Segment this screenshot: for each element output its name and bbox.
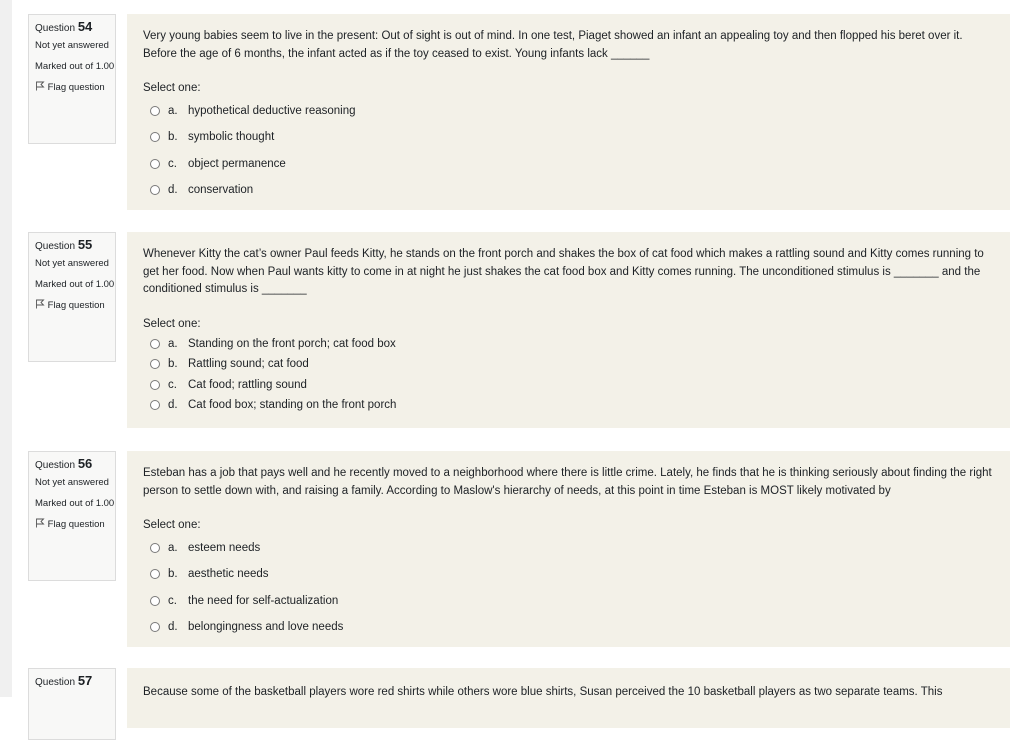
answer-option[interactable]: c. Cat food; rattling sound bbox=[143, 375, 994, 396]
question-content: Because some of the basketball players w… bbox=[127, 668, 1010, 728]
flag-icon bbox=[36, 299, 45, 309]
flag-question-button[interactable]: Flag question bbox=[35, 81, 115, 95]
answer-options: a. Standing on the front porch; cat food … bbox=[143, 334, 994, 416]
select-one-prompt: Select one: bbox=[143, 317, 201, 330]
question-text: Esteban has a job that pays well and he … bbox=[143, 467, 992, 497]
question-number: Question 56 bbox=[35, 456, 93, 472]
answer-option[interactable]: d. Cat food box; standing on the front po… bbox=[143, 395, 994, 416]
question-content: Whenever Kitty the cat’s owner Paul feed… bbox=[127, 232, 1010, 428]
question-content: Very young babies seem to live in the pr… bbox=[127, 14, 1010, 210]
radio-button[interactable] bbox=[150, 158, 160, 169]
radio-button[interactable] bbox=[150, 338, 160, 349]
question-info: Question 55 Not yet answered Marked out … bbox=[28, 232, 116, 362]
radio-button[interactable] bbox=[150, 622, 160, 633]
question-state: Not yet answered bbox=[35, 258, 109, 269]
flag-icon bbox=[36, 518, 45, 528]
answer-options: a. hypothetical deductive reasoning b. sym… bbox=[143, 98, 994, 203]
answer-option[interactable]: c. the need for self-actualization bbox=[143, 588, 994, 614]
question-info: Question 57 bbox=[28, 668, 116, 740]
radio-button[interactable] bbox=[150, 379, 160, 390]
select-one-prompt: Select one: bbox=[143, 82, 201, 94]
question-grade: Marked out of 1.00 bbox=[35, 279, 115, 290]
answer-option[interactable]: a. esteem needs bbox=[143, 535, 994, 561]
answer-option[interactable]: b. Rattling sound; cat food bbox=[143, 354, 994, 375]
answer-option[interactable]: b. symbolic thought bbox=[143, 124, 994, 150]
question-text: Whenever Kitty the cat’s owner Paul feed… bbox=[143, 248, 984, 295]
radio-button[interactable] bbox=[150, 400, 160, 411]
answer-option[interactable]: a. Standing on the front porch; cat food … bbox=[143, 334, 994, 355]
radio-button[interactable] bbox=[150, 569, 160, 580]
answer-option[interactable]: d. belongingness and love needs bbox=[143, 614, 994, 640]
flag-question-button[interactable]: Flag question bbox=[35, 299, 115, 313]
question-info: Question 56 Not yet answered Marked out … bbox=[28, 451, 116, 581]
radio-button[interactable] bbox=[150, 595, 160, 606]
radio-button[interactable] bbox=[150, 106, 160, 117]
flag-icon bbox=[36, 81, 45, 91]
question-number: Question 57 bbox=[35, 673, 93, 689]
answer-option[interactable]: d. conservation bbox=[143, 177, 994, 203]
question-state: Not yet answered bbox=[35, 477, 109, 488]
question-text: Because some of the basketball players w… bbox=[143, 686, 943, 698]
select-one-prompt: Select one: bbox=[143, 519, 201, 531]
answer-options: a. esteem needs b. aesthetic needs c. the n… bbox=[143, 535, 994, 640]
question-grade: Marked out of 1.00 bbox=[35, 498, 115, 509]
question-text: Very young babies seem to live in the pr… bbox=[143, 30, 963, 60]
question-info: Question 54 Not yet answered Marked out … bbox=[28, 14, 116, 144]
radio-button[interactable] bbox=[150, 185, 160, 196]
question-content: Esteban has a job that pays well and he … bbox=[127, 451, 1010, 647]
answer-option[interactable]: a. hypothetical deductive reasoning bbox=[143, 98, 994, 124]
question-grade: Marked out of 1.00 bbox=[35, 61, 115, 72]
question-number: Question 55 bbox=[35, 237, 93, 253]
answer-option[interactable]: b. aesthetic needs bbox=[143, 561, 994, 587]
left-gutter bbox=[0, 0, 12, 697]
radio-button[interactable] bbox=[150, 132, 160, 143]
radio-button[interactable] bbox=[150, 359, 160, 370]
answer-option[interactable]: c. object permanence bbox=[143, 151, 994, 177]
radio-button[interactable] bbox=[150, 543, 160, 554]
flag-question-button[interactable]: Flag question bbox=[35, 518, 115, 532]
question-state: Not yet answered bbox=[35, 40, 109, 51]
question-number: Question 54 bbox=[35, 19, 93, 35]
